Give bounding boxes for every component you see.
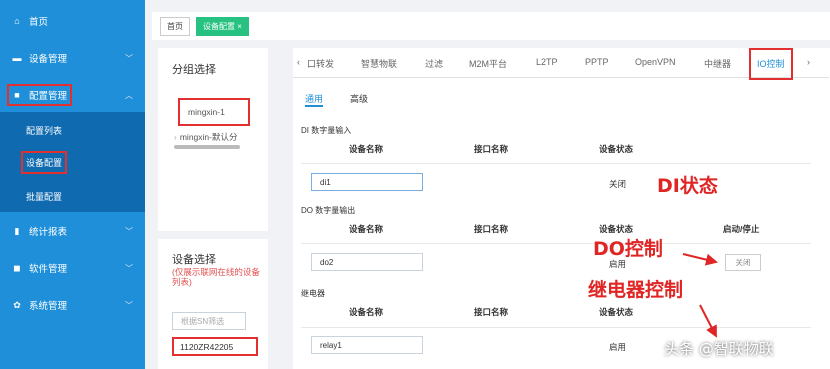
watermark: 头条 @智联物联 <box>664 340 774 358</box>
annotation-arrows <box>682 253 718 338</box>
arrow-to-do-button <box>682 253 718 266</box>
arrow-to-relay <box>699 304 717 338</box>
